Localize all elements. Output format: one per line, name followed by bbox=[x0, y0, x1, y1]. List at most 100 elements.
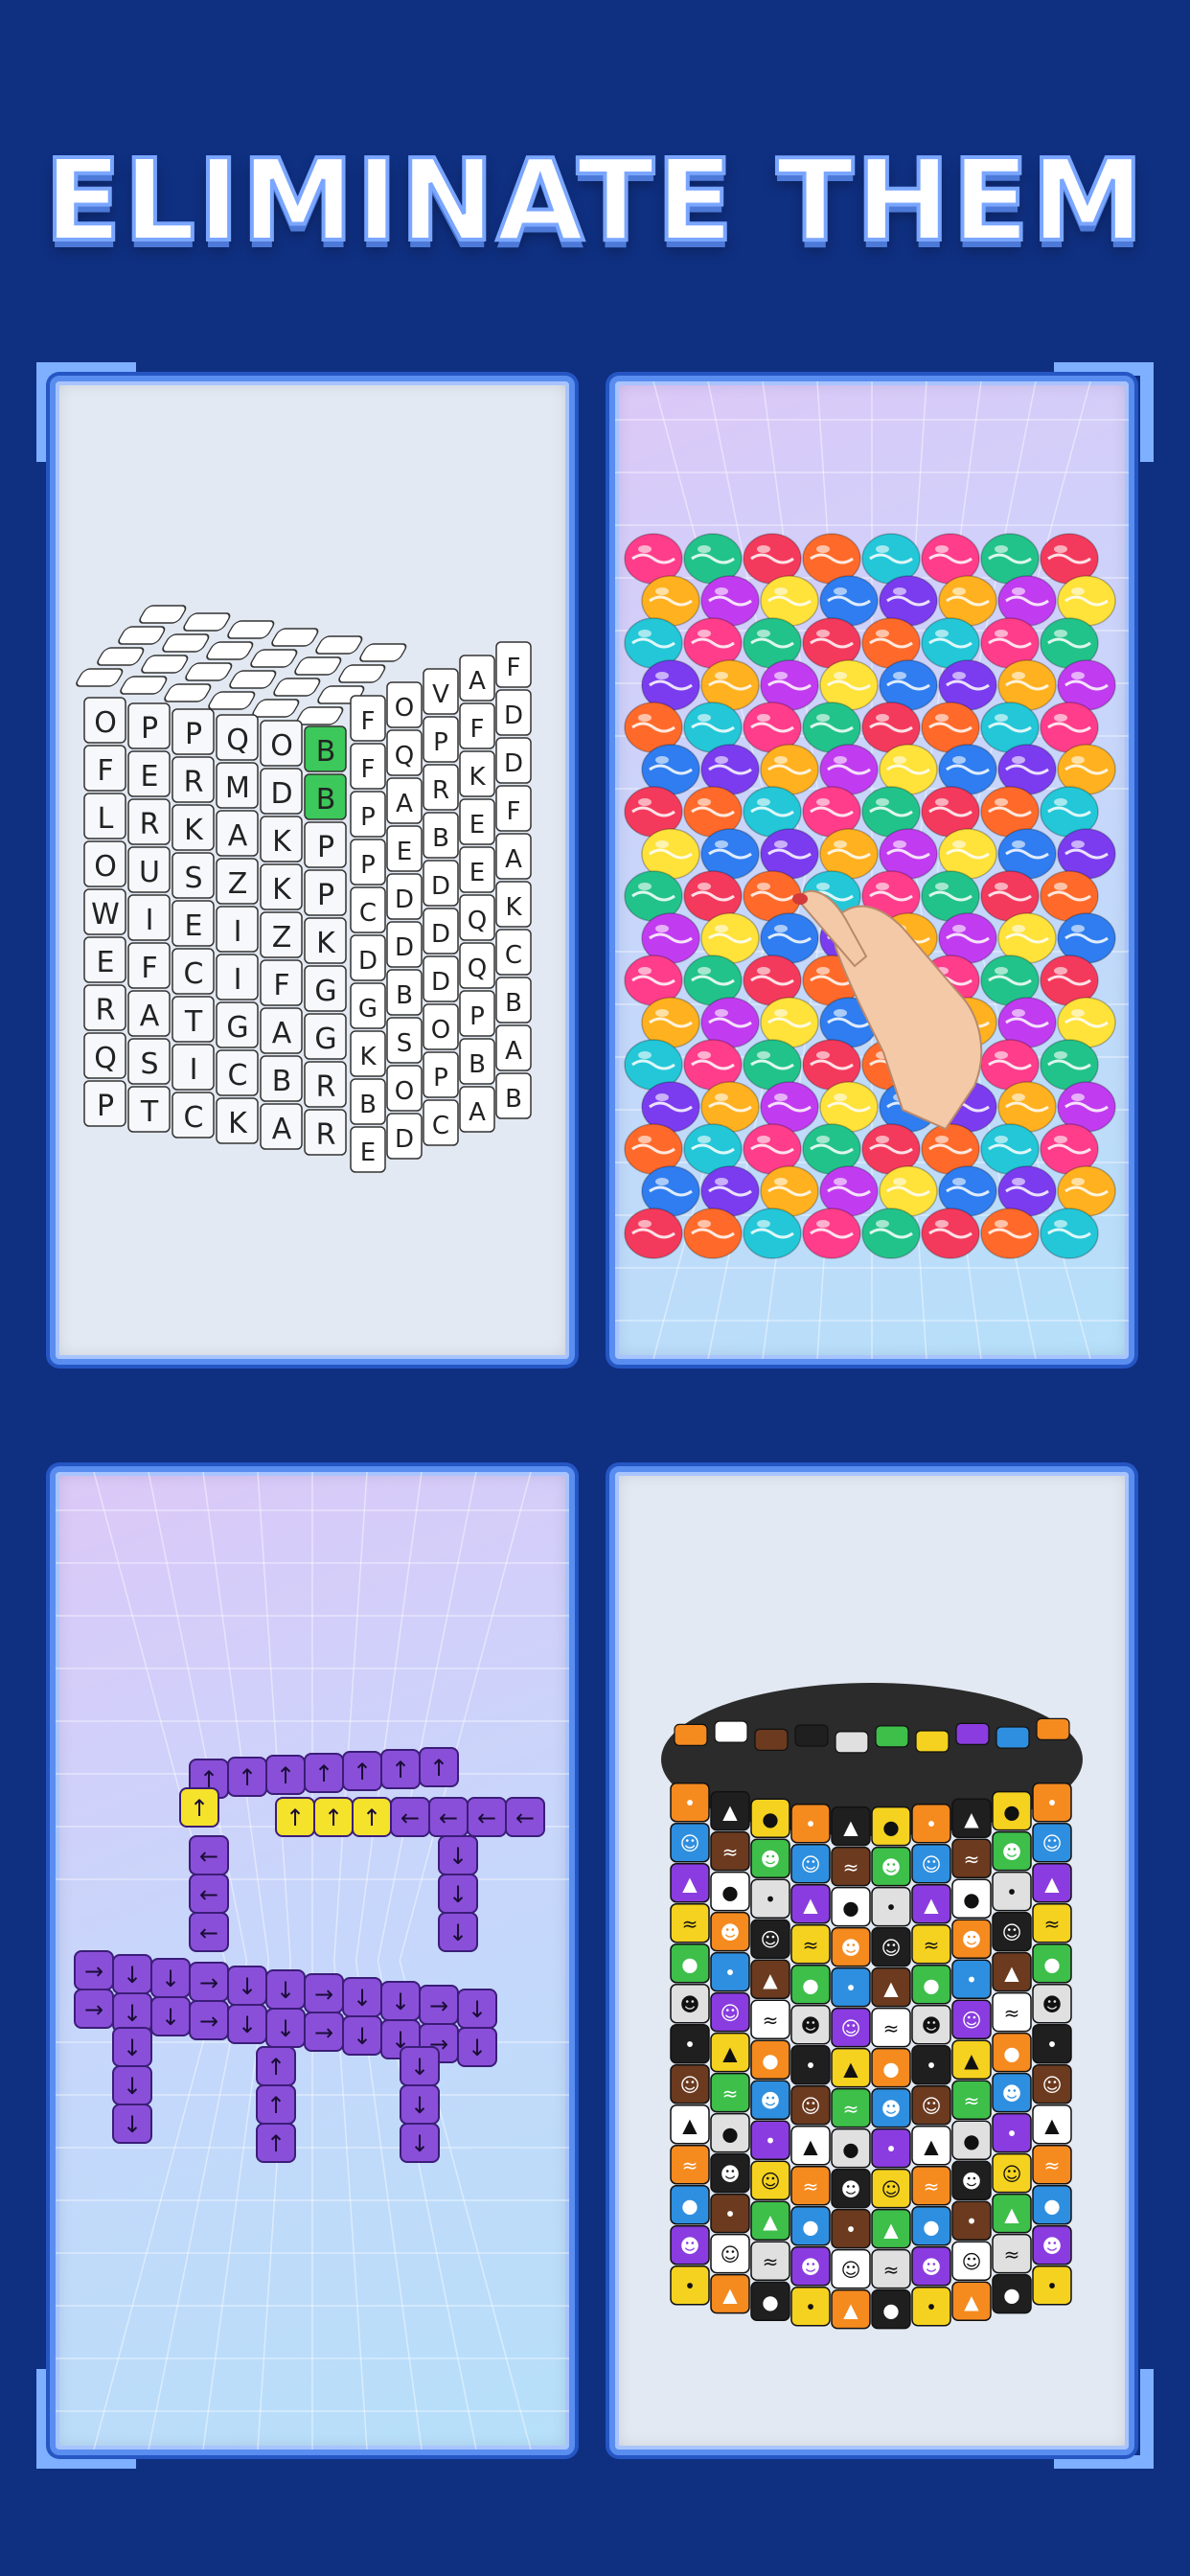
tile-face-icon: ▲ bbox=[964, 1807, 979, 1830]
tile-letter: P bbox=[433, 1064, 448, 1092]
tile-letter: B bbox=[316, 735, 336, 769]
tile-face-icon: ☻ bbox=[1002, 1841, 1022, 1864]
top-ring-tile[interactable] bbox=[1036, 1717, 1070, 1741]
tile-letter: C bbox=[184, 1101, 204, 1135]
arrow-icon: ↓ bbox=[410, 2054, 429, 2081]
tile-letter: A bbox=[228, 819, 248, 853]
tile-letter: K bbox=[359, 1043, 377, 1071]
tile-face-icon: ● bbox=[963, 2129, 979, 2152]
tile-face-icon: ☻ bbox=[881, 1856, 902, 1879]
tile-face-icon: ☻ bbox=[1042, 1993, 1063, 2016]
tile-face-icon: ● bbox=[882, 2299, 899, 2322]
tile-letter: G bbox=[314, 975, 336, 1008]
arrow-icon: ← bbox=[439, 1805, 458, 1831]
balloon-stack bbox=[624, 533, 1116, 1259]
halloween-cylinder-icon[interactable]: • ▲ ● • ▲ ● • ▲ ● • ☺ ≈ ☻ ☺ ≈ ☻ ☺ ≈ ☻ ☺ ▲ ● • ▲ ● • ▲ ● • ▲ ≈ ☻ ☺ ≈ ☻ ☺ ≈ ☻ ☺ ≈… bbox=[615, 1472, 1129, 2450]
tile-letter: Q bbox=[468, 907, 487, 935]
panel-balloon-tower[interactable] bbox=[609, 376, 1134, 1365]
tile-face-icon: • bbox=[1046, 2034, 1058, 2057]
tile-letter: D bbox=[504, 702, 523, 730]
tile-letter: U bbox=[139, 856, 160, 889]
letter-cube-icon[interactable]: O P P Q O BF E R M D BL R K A K PO U S Z K PW I E I Z KE F C I F GR A T G… bbox=[56, 381, 569, 1359]
tile-face-icon: ▲ bbox=[763, 2210, 778, 2233]
arrow-truck-icon[interactable]: ↑ ↑ ↑ ↑ ↑ ↑ ↑ ↑ ↑ ↑ ↑ ← ← ← ← ← ↓ ← ↓ ← ↓ → ↓ ↓ → ↓ ↓ → ↓ ↓ → ↓ → ↓ ↓ → ↓ ↓ → ↓… bbox=[56, 1472, 569, 2450]
tile-face-icon: ● bbox=[842, 2138, 858, 2161]
tile-letter: F bbox=[470, 715, 485, 744]
tile-face-icon: • bbox=[1046, 2275, 1058, 2298]
tile-face-icon: ☻ bbox=[761, 2089, 781, 2112]
tile-letter: F bbox=[141, 952, 157, 985]
tile-letter: A bbox=[469, 667, 486, 696]
tile-letter: F bbox=[361, 755, 376, 784]
top-ring-tile[interactable] bbox=[794, 1724, 829, 1747]
panel-halloween-cylinder[interactable]: • ▲ ● • ▲ ● • ▲ ● • ☺ ≈ ☻ ☺ ≈ ☻ ☺ ≈ ☻ ☺ ▲ ● • ▲ ● • ▲ ● • ▲ ≈ ☻ ☺ ≈ ☻ ☺ ≈ ☻ ☺ ≈… bbox=[609, 1466, 1134, 2455]
tile-face-icon: ● bbox=[842, 1897, 858, 1920]
tile-letter: W bbox=[91, 898, 120, 932]
tile-letter: D bbox=[395, 933, 414, 962]
tile-face-icon: ▲ bbox=[1044, 2114, 1060, 2137]
tile-face-icon: ▲ bbox=[924, 1894, 939, 1917]
tile-face-icon: ▲ bbox=[964, 2049, 979, 2072]
tile-letter: I bbox=[190, 1053, 198, 1087]
tile-letter: R bbox=[96, 994, 116, 1027]
tile-face-icon: ≈ bbox=[883, 2017, 900, 2040]
tile-face-icon: ☺ bbox=[1042, 1832, 1063, 1855]
arrow-icon: ↑ bbox=[286, 1805, 305, 1831]
tile-face-icon: ☺ bbox=[1002, 1921, 1022, 1944]
top-ring-tile[interactable] bbox=[875, 1725, 909, 1748]
tile-letter: K bbox=[469, 763, 486, 792]
tile-face-icon: ▲ bbox=[883, 1977, 899, 2000]
panel-letter-cube[interactable]: OPPQOBFERMDBLRKAKPOUSZKPWIEIZKEFCIFGRATG… bbox=[50, 376, 575, 1365]
tile-face-icon: ☺ bbox=[841, 2017, 861, 2040]
tile-face-icon: ● bbox=[1043, 1953, 1060, 1976]
top-ring-tile[interactable] bbox=[915, 1730, 950, 1753]
top-ring-tile[interactable] bbox=[835, 1731, 869, 1754]
balloon-tower-icon[interactable] bbox=[615, 381, 1129, 1359]
tile-letter: F bbox=[273, 969, 289, 1002]
tile-letter: O bbox=[395, 1077, 414, 1106]
tile-letter: A bbox=[140, 1000, 160, 1033]
arrow-icon: ↓ bbox=[276, 2015, 295, 2042]
tile-face-icon: • bbox=[926, 1813, 937, 1836]
tile-letter: O bbox=[94, 706, 117, 740]
tile-letter: M bbox=[225, 771, 250, 805]
tile-face-icon: ☺ bbox=[721, 2002, 741, 2025]
arrow-icon: ← bbox=[515, 1805, 535, 1831]
tile-face-icon: ● bbox=[802, 2216, 818, 2239]
tile-face-icon: • bbox=[805, 1813, 816, 1836]
tile-letter: G bbox=[358, 995, 378, 1024]
arrow-icon: ↓ bbox=[410, 2092, 429, 2119]
arrow-icon: ↓ bbox=[238, 2012, 257, 2038]
tile-face-icon: ● bbox=[1003, 2042, 1019, 2065]
tile-letter: B bbox=[432, 824, 449, 853]
top-ring-tile[interactable] bbox=[714, 1720, 748, 1743]
tile-letter: Q bbox=[226, 724, 249, 757]
tile-face-icon: ≈ bbox=[682, 2154, 698, 2177]
tile-letter: D bbox=[431, 872, 450, 901]
top-ring-tile[interactable] bbox=[754, 1728, 789, 1751]
tile-letter: R bbox=[316, 1070, 336, 1104]
tile-letter: K bbox=[272, 873, 292, 907]
panel-arrow-truck[interactable]: ↑ ↑ ↑ ↑ ↑ ↑ ↑ ↑ ↑ ↑ ↑ ← ← ← ← ← ↓ ← ↓ ← ↓ → ↓ ↓ → ↓ ↓ → ↓ ↓ → ↓ → ↓ ↓ → ↓ ↓ → ↓… bbox=[50, 1466, 575, 2455]
arrow-icon: ↑ bbox=[353, 1759, 372, 1785]
tile-letter: S bbox=[140, 1047, 158, 1081]
tile-letter: G bbox=[226, 1011, 248, 1045]
top-ring-tile[interactable] bbox=[955, 1722, 990, 1745]
tile-face-icon: ● bbox=[882, 1816, 899, 1839]
arrow-icon: ↑ bbox=[314, 1760, 333, 1787]
tile-face-icon: ● bbox=[923, 2216, 939, 2239]
top-ring-tile[interactable] bbox=[674, 1723, 708, 1747]
top-ring-tile[interactable] bbox=[995, 1726, 1030, 1749]
arrow-icon: ↓ bbox=[468, 2035, 487, 2061]
tile-letter: Q bbox=[468, 954, 487, 983]
tile-letter: D bbox=[395, 1125, 414, 1154]
tile-face-icon: ▲ bbox=[722, 2284, 738, 2307]
arrow-icon: → bbox=[199, 1969, 218, 1996]
tile-letter: F bbox=[507, 654, 521, 682]
tile-face-icon: ☻ bbox=[962, 2170, 982, 2193]
tile-face-icon: ≈ bbox=[1004, 2243, 1020, 2266]
tile-face-icon: ● bbox=[963, 1888, 979, 1911]
tile-face-icon: ● bbox=[681, 1953, 698, 1976]
tile-letter: O bbox=[395, 694, 414, 723]
arrow-icon: ← bbox=[477, 1805, 496, 1831]
